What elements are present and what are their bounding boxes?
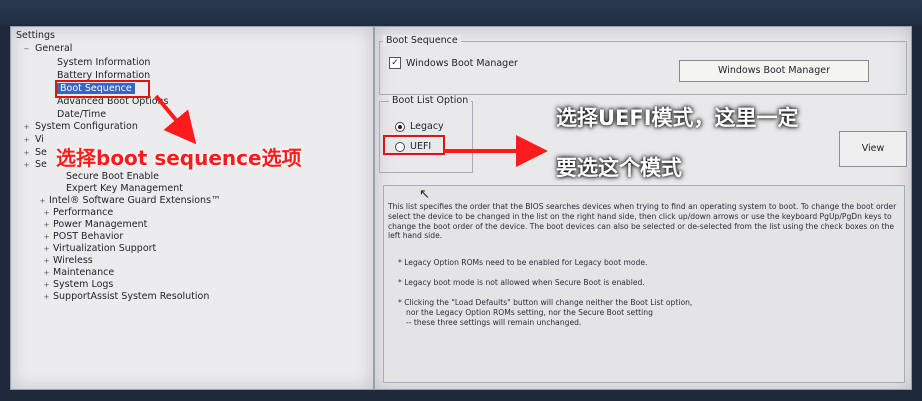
tree-item-general[interactable]: General bbox=[35, 43, 72, 54]
boot-order-list-entry[interactable]: Windows Boot Manager bbox=[679, 60, 869, 82]
tree-item-system-configuration[interactable]: System Configuration bbox=[35, 121, 138, 132]
tree-item-maintenance[interactable]: Maintenance bbox=[53, 267, 114, 278]
tree-item-supportassist[interactable]: SupportAssist System Resolution bbox=[53, 291, 209, 302]
tree-item-security[interactable]: Se bbox=[35, 147, 47, 158]
annotation-select-uefi-line1: 选择UEFI模式，这里一定 bbox=[556, 106, 799, 130]
mouse-cursor-icon: ↖ bbox=[419, 187, 430, 202]
windows-boot-manager-checkbox[interactable]: ✓ bbox=[389, 57, 401, 69]
uefi-highlight-box bbox=[383, 135, 445, 155]
expand-icon[interactable]: + bbox=[43, 246, 50, 253]
tree-item-system-logs[interactable]: System Logs bbox=[53, 279, 113, 290]
help-bullet-secure-boot: * Legacy boot mode is not allowed when S… bbox=[398, 278, 645, 287]
tree-item-post-behavior[interactable]: POST Behavior bbox=[53, 231, 123, 242]
help-bullet-load-defaults-1: * Clicking the "Load Defaults" button wi… bbox=[398, 298, 693, 307]
help-text-box: This list specifies the order that the B… bbox=[383, 185, 905, 383]
tree-item-date-time[interactable]: Date/Time bbox=[57, 109, 106, 120]
expand-icon[interactable]: + bbox=[43, 294, 50, 301]
expand-icon[interactable]: + bbox=[39, 198, 46, 205]
legacy-radio[interactable] bbox=[395, 122, 405, 132]
help-paragraph: This list specifies the order that the B… bbox=[388, 202, 897, 241]
tree-item-wireless[interactable]: Wireless bbox=[53, 255, 93, 266]
tree-item-intel-sgx[interactable]: Intel® Software Guard Extensions™ bbox=[49, 195, 221, 206]
view-button[interactable]: View bbox=[839, 131, 907, 167]
help-bullet-load-defaults-3: -- these three settings will remain unch… bbox=[406, 318, 582, 327]
annotation-select-uefi-line2: 要选这个模式 bbox=[556, 156, 682, 180]
tree-item-power-management[interactable]: Power Management bbox=[53, 219, 147, 230]
tree-item-secure-boot-enable[interactable]: Secure Boot Enable bbox=[66, 171, 159, 182]
expand-icon[interactable]: + bbox=[43, 270, 50, 277]
legacy-label[interactable]: Legacy bbox=[410, 121, 444, 132]
expand-icon[interactable]: + bbox=[43, 234, 50, 241]
expand-icon[interactable]: + bbox=[43, 222, 50, 229]
expand-icon[interactable]: + bbox=[43, 282, 50, 289]
tree-item-video[interactable]: Vi bbox=[35, 134, 44, 145]
bios-top-strip bbox=[0, 0, 922, 26]
tree-item-system-information[interactable]: System Information bbox=[57, 57, 150, 68]
collapse-icon[interactable]: − bbox=[23, 46, 30, 53]
boot-sequence-group-title: Boot Sequence bbox=[383, 35, 461, 46]
annotation-select-boot-sequence: 选择boot sequence选项 bbox=[56, 146, 302, 170]
collapse-icon[interactable]: + bbox=[23, 162, 30, 169]
windows-boot-manager-label[interactable]: Windows Boot Manager bbox=[406, 58, 518, 69]
settings-tree-panel: Settings − General System Information Ba… bbox=[10, 26, 374, 390]
help-bullet-load-defaults-2: nor the Legacy Option ROMs setting, nor … bbox=[406, 308, 653, 317]
expand-icon[interactable]: + bbox=[23, 124, 30, 131]
tree-item-expert-key-management[interactable]: Expert Key Management bbox=[66, 183, 183, 194]
boot-sequence-highlight-box bbox=[55, 80, 150, 98]
tree-root-settings[interactable]: Settings bbox=[16, 30, 55, 41]
expand-icon[interactable]: + bbox=[23, 137, 30, 144]
expand-icon[interactable]: + bbox=[43, 258, 50, 265]
tree-item-performance[interactable]: Performance bbox=[53, 207, 113, 218]
boot-sequence-panel: Boot Sequence ✓ Windows Boot Manager Win… bbox=[374, 26, 912, 390]
help-bullet-legacy-roms: * Legacy Option ROMs need to be enabled … bbox=[398, 258, 648, 267]
tree-item-virtualization-support[interactable]: Virtualization Support bbox=[53, 243, 156, 254]
expand-icon[interactable]: + bbox=[23, 150, 30, 157]
boot-list-option-title: Boot List Option bbox=[389, 95, 472, 106]
tree-item-secure-boot[interactable]: Se bbox=[35, 159, 47, 170]
expand-icon[interactable]: + bbox=[43, 210, 50, 217]
